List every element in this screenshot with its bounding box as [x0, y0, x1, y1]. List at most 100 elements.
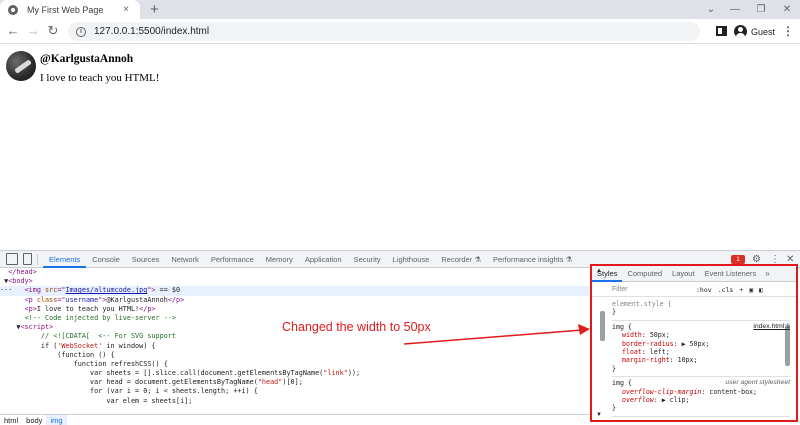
tab-memory[interactable]: Memory	[260, 251, 299, 268]
property-colon: :	[669, 356, 678, 365]
username-text: @KarlgustaAnnoh	[40, 53, 134, 65]
profile-image	[6, 51, 36, 81]
tab-recorder[interactable]: Recorder ⚗	[435, 251, 487, 268]
property-name[interactable]: overflow	[622, 396, 654, 404]
url-text[interactable]: 127.0.0.1:5500/index.html	[94, 26, 209, 37]
code-token: == $0	[155, 286, 181, 295]
error-badge[interactable]: 1	[731, 255, 745, 264]
tab-network[interactable]: Network	[165, 251, 205, 268]
styles-tab-layout[interactable]: Layout	[667, 266, 700, 282]
style-rule[interactable]: img {user agent stylesheet overflow-clip-…	[612, 377, 790, 417]
styles-tab-computed[interactable]: Computed	[622, 266, 667, 282]
side-panel-icon[interactable]	[716, 26, 727, 36]
style-declaration[interactable]: overflow: ▶ clip;	[612, 396, 790, 404]
code-line[interactable]: ▼<body>	[0, 277, 590, 286]
property-value[interactable]: left;	[650, 348, 670, 356]
code-line[interactable]: function refreshCSS() {	[0, 360, 590, 369]
browser-tab[interactable]: My First Web Page ×	[0, 0, 140, 19]
more-tabs-icon[interactable]: »	[761, 269, 773, 278]
computed-style-icon[interactable]: ▣	[749, 286, 753, 294]
tab-application[interactable]: Application	[299, 251, 348, 268]
property-value[interactable]: 10px;	[678, 356, 698, 364]
web-page-content: @KarlgustaAnnoh I love to teach you HTML…	[0, 45, 800, 250]
code-line[interactable]: var elem = sheets[i];	[0, 397, 590, 406]
restore-icon[interactable]: ❐	[748, 1, 774, 18]
property-name[interactable]: width	[622, 331, 642, 339]
hov-toggle[interactable]: :hov	[696, 286, 712, 294]
tab-security[interactable]: Security	[348, 251, 387, 268]
sidebar-toggle-icon[interactable]: ◧	[759, 286, 763, 294]
tab-performance-insights[interactable]: Performance insights ⚗	[487, 251, 578, 268]
device-toolbar-icon[interactable]	[23, 253, 32, 265]
minimize-icon[interactable]: —	[722, 1, 748, 18]
breadcrumb-img[interactable]: img	[46, 415, 67, 425]
property-value[interactable]: content-box;	[709, 388, 757, 396]
code-token: class	[36, 295, 58, 304]
style-rule[interactable]: element.style {}	[612, 298, 790, 321]
profile-name: Guest	[751, 26, 776, 37]
code-token: <script>	[20, 323, 54, 332]
property-value[interactable]: ▶ clip;	[662, 396, 690, 404]
rule-source: user agent stylesheet	[725, 379, 790, 387]
code-token: </p>	[167, 295, 185, 304]
forward-arrow-icon[interactable]: →	[25, 23, 41, 39]
property-name[interactable]: border-radius	[622, 340, 674, 348]
styles-tab-event-listeners[interactable]: Event Listeners	[700, 266, 762, 282]
rule-close: }	[612, 308, 616, 317]
code-line[interactable]: var sheets = [].slice.call(document.getE…	[0, 369, 590, 378]
property-value[interactable]: ▶ 50px;	[682, 340, 710, 348]
property-name[interactable]: overflow-clip-margin	[622, 388, 701, 396]
style-declaration[interactable]: border-radius: ▶ 50px;	[612, 340, 790, 348]
tab-search-icon[interactable]: ⌄	[698, 1, 724, 18]
property-name[interactable]: float	[622, 348, 642, 356]
property-value[interactable]: 50px;	[650, 331, 670, 339]
tab-console[interactable]: Console	[86, 251, 126, 268]
style-declaration[interactable]: width: 50px;	[612, 331, 790, 339]
back-arrow-icon[interactable]: ←	[5, 23, 21, 39]
code-line[interactable]: <p>I love to teach you HTML!</p>	[0, 305, 590, 314]
kebab-menu-icon[interactable]: ⋮	[782, 24, 794, 38]
info-icon[interactable]: i	[76, 26, 86, 37]
new-tab-button[interactable]: +	[150, 1, 159, 18]
code-line[interactable]: </head>	[0, 268, 590, 277]
reload-icon[interactable]: ↻	[45, 23, 61, 39]
new-rule-button[interactable]: +	[739, 286, 743, 294]
scroll-down-icon[interactable]: ▼	[596, 412, 602, 418]
cls-toggle[interactable]: .cls	[718, 286, 734, 294]
tab-elements[interactable]: Elements	[43, 251, 87, 268]
close-window-icon[interactable]: ✕	[774, 1, 800, 18]
tab-close-icon[interactable]: ×	[120, 4, 132, 15]
breadcrumb-body[interactable]: body	[22, 415, 46, 425]
code-line[interactable]: (function () {	[0, 351, 590, 360]
address-bar[interactable]: i 127.0.0.1:5500/index.html	[68, 22, 700, 41]
code-line[interactable]: for (var i = 0; i < sheets.length; ++i) …	[0, 387, 590, 396]
profile-button[interactable]: Guest	[734, 23, 776, 40]
code-line[interactable]: var head = document.getElementsByTagName…	[0, 378, 590, 387]
annotation-arrow	[404, 324, 590, 345]
tab-sources[interactable]: Sources	[126, 251, 166, 268]
property-colon: :	[673, 339, 682, 348]
style-declaration[interactable]: float: left;	[612, 348, 790, 356]
inspect-element-icon[interactable]	[6, 253, 18, 265]
code-line[interactable]: <p class="username">@KarlgustaAnnoh</p>	[0, 296, 590, 305]
tab-lighthouse[interactable]: Lighthouse	[387, 251, 436, 268]
code-token: )[0];	[282, 378, 303, 387]
filter-input[interactable]: Filter	[612, 286, 696, 293]
scroll-up-icon[interactable]: ▲	[596, 268, 602, 274]
tab-performance[interactable]: Performance	[205, 251, 260, 268]
style-declaration[interactable]: overflow-clip-margin: content-box;	[612, 388, 790, 396]
rule-source[interactable]: index.html:6	[753, 323, 790, 331]
style-rule[interactable]: img {index.html:6 width: 50px; border-radi…	[612, 321, 790, 378]
breadcrumb-html[interactable]: html	[0, 415, 22, 425]
code-line[interactable]: ··· <img src="Images/altumcode.jpg"> == …	[0, 286, 590, 296]
property-name[interactable]: margin-right	[622, 356, 670, 364]
code-token: <!-- Code injected by live-server -->	[24, 313, 176, 322]
style-declaration[interactable]: margin-right: 10px;	[612, 356, 790, 364]
property-colon: :	[641, 348, 650, 357]
